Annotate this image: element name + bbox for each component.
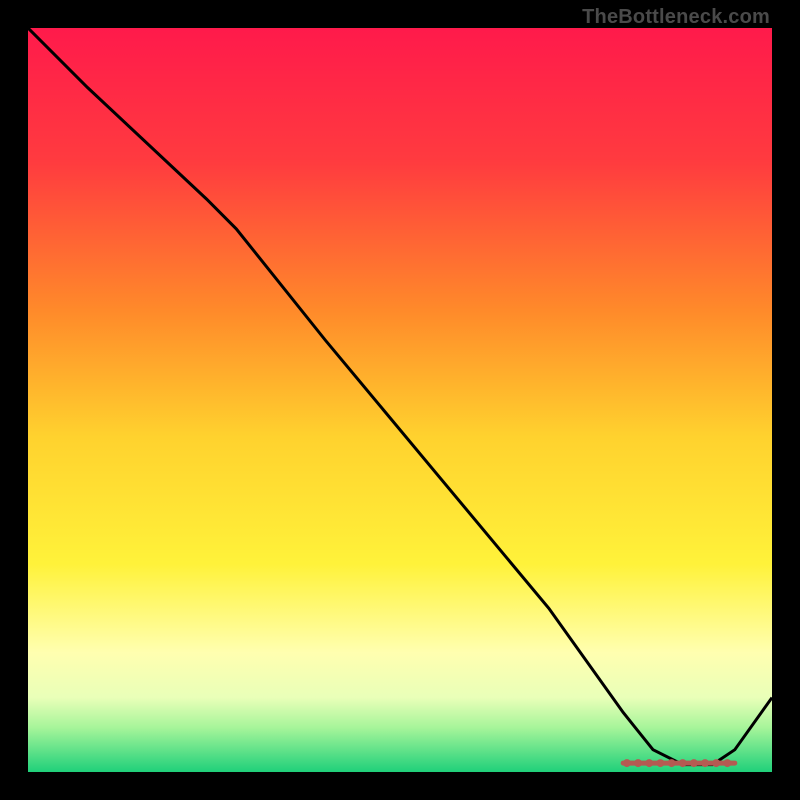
watermark-text: TheBottleneck.com — [582, 6, 770, 29]
gradient-background — [28, 28, 772, 772]
bottleneck-chart — [28, 28, 772, 772]
chart-frame — [28, 28, 772, 772]
